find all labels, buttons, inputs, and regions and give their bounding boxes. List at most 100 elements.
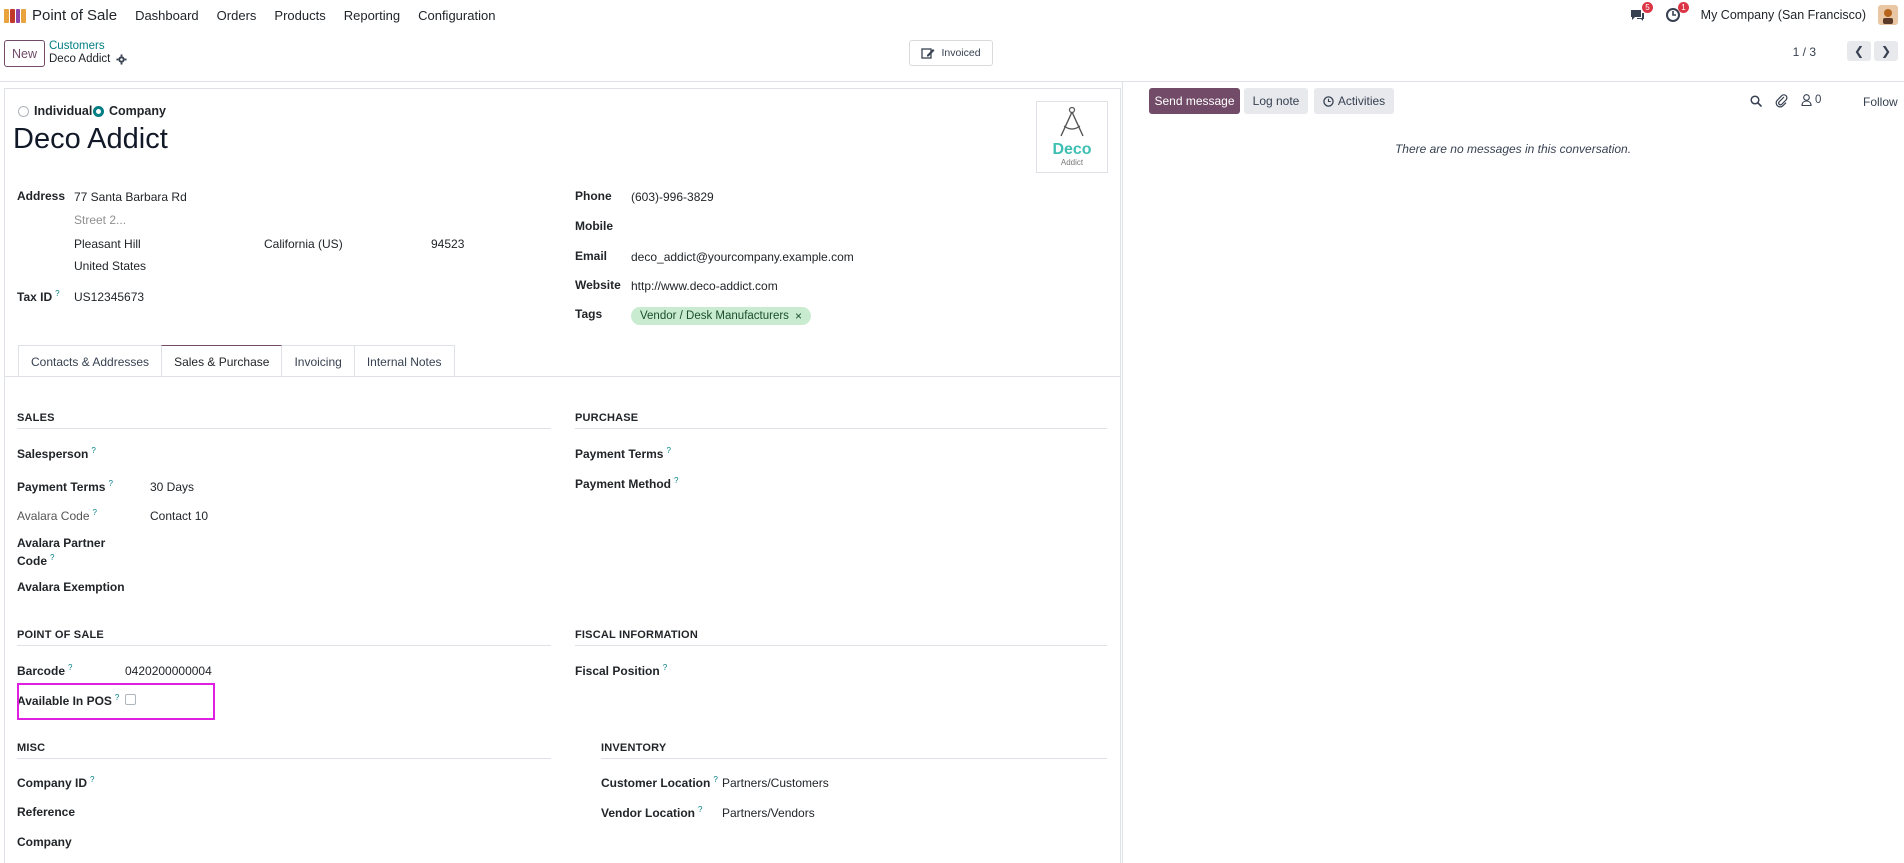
state-field[interactable]: California (US)	[264, 237, 343, 251]
fiscal-position-label: Fiscal Position?	[575, 663, 668, 678]
messages-icon[interactable]: 5	[1629, 2, 1653, 23]
phone-label: Phone	[575, 189, 612, 203]
invoiced-label: Invoiced	[941, 47, 981, 59]
vendor-location-label: Vendor Location?	[601, 805, 703, 820]
activities-badge: 1	[1678, 2, 1689, 13]
inventory-section-title: INVENTORY	[601, 742, 1107, 759]
radio-company-dot[interactable]	[93, 105, 104, 117]
activities-clock-icon[interactable]: 1	[1665, 2, 1689, 23]
log-note-button[interactable]: Log note	[1244, 88, 1308, 114]
tag-label: Vendor / Desk Manufacturers	[640, 310, 789, 322]
sales-section-title: SALES	[17, 412, 551, 429]
salesperson-field[interactable]	[150, 446, 530, 460]
user-icon	[1801, 94, 1812, 106]
mobile-field[interactable]	[631, 219, 931, 233]
company-switcher[interactable]: My Company (San Francisco)	[1701, 8, 1866, 22]
clock-icon	[1323, 95, 1334, 107]
avalara-code-field[interactable]: Contact 10	[150, 509, 208, 523]
tab-sales-purchase[interactable]: Sales & Purchase	[161, 345, 283, 377]
paperclip-icon[interactable]	[1775, 94, 1788, 108]
street2-field[interactable]: Street 2...	[74, 213, 126, 227]
menu-reporting[interactable]: Reporting	[344, 8, 400, 23]
website-label: Website	[575, 278, 621, 292]
pager-value[interactable]: 1 / 3	[1793, 45, 1816, 59]
invoiced-smart-button[interactable]: Invoiced	[909, 40, 993, 66]
tags-label: Tags	[575, 307, 603, 321]
address-label: Address	[17, 189, 66, 203]
radio-individual-dot[interactable]	[18, 105, 29, 117]
chevron-right-icon: ❯	[1880, 44, 1892, 58]
company-id-label: Company ID?	[17, 775, 95, 790]
followers-button[interactable]: 0	[1801, 94, 1821, 106]
radio-individual-label: Individual	[34, 104, 93, 118]
website-field[interactable]: http://www.deco-addict.com	[631, 279, 778, 293]
tab-invoicing[interactable]: Invoicing	[281, 345, 355, 377]
misc-section-title: MISC	[17, 742, 551, 759]
avalara-code-label: Avalara Code?	[17, 508, 97, 523]
street-field[interactable]: 77 Santa Barbara Rd	[74, 190, 187, 204]
send-message-button[interactable]: Send message	[1149, 88, 1240, 114]
menu-dashboard[interactable]: Dashboard	[135, 8, 199, 23]
activities-button[interactable]: Activities	[1314, 88, 1394, 114]
user-avatar[interactable]	[1878, 5, 1898, 25]
vendor-location-field[interactable]: Partners/Vendors	[722, 806, 815, 820]
tab-internal-notes[interactable]: Internal Notes	[353, 345, 455, 377]
chevron-left-icon: ❮	[1853, 44, 1865, 58]
menu-products[interactable]: Products	[274, 8, 325, 23]
tax-id-label: Tax ID?	[17, 289, 60, 304]
app-name[interactable]: Point of Sale	[32, 7, 117, 24]
payment-method-label: Payment Method?	[575, 476, 679, 491]
app-logo-icon[interactable]	[4, 7, 26, 23]
follow-button[interactable]: Follow	[1863, 95, 1898, 109]
chatter-panel: Send message Log note Activities 0 Follo…	[1122, 82, 1904, 863]
sales-payment-terms-label: Payment Terms?	[17, 479, 113, 494]
new-button[interactable]: New	[4, 40, 45, 67]
customer-location-field[interactable]: Partners/Customers	[722, 776, 829, 790]
fiscal-position-field[interactable]	[700, 663, 1080, 677]
mobile-label: Mobile	[575, 219, 613, 233]
email-field[interactable]: deco_addict@yourcompany.example.com	[631, 250, 854, 264]
avalara-partner-code-label: Avalara Partner	[17, 536, 106, 550]
zip-field[interactable]: 94523	[431, 237, 464, 251]
company-label: Company	[17, 835, 72, 849]
radio-company[interactable]: Company	[93, 104, 166, 118]
pos-section-title: POINT OF SALE	[17, 629, 551, 646]
pager-next-button[interactable]: ❯	[1874, 41, 1898, 61]
phone-field[interactable]: (603)-996-3829	[631, 190, 714, 204]
gear-icon[interactable]	[116, 53, 127, 65]
search-icon[interactable]	[1750, 95, 1762, 107]
pencil-square-icon	[921, 47, 935, 59]
tag-badge[interactable]: Vendor / Desk Manufacturers ×	[631, 307, 811, 325]
radio-individual[interactable]: Individual	[18, 104, 92, 118]
purchase-payment-terms-field[interactable]	[700, 446, 1080, 460]
salesperson-label: Salesperson?	[17, 446, 96, 461]
reference-label: Reference	[17, 805, 76, 819]
partner-name[interactable]: Deco Addict	[13, 123, 168, 156]
messages-badge: 5	[1642, 2, 1653, 13]
notebook-tabs: Contacts & Addresses Sales & Purchase In…	[18, 345, 455, 377]
city-field[interactable]: Pleasant Hill	[74, 237, 141, 251]
compass-logo-icon: Deco Addict	[1052, 106, 1092, 167]
country-field[interactable]: United States	[74, 259, 146, 273]
payment-method-field[interactable]	[700, 476, 1080, 490]
top-navbar: Point of Sale Dashboard Orders Products …	[0, 0, 1904, 30]
barcode-field[interactable]: 0420200000004	[125, 664, 212, 678]
email-label: Email	[575, 249, 608, 263]
partner-logo[interactable]: Deco Addict	[1036, 101, 1108, 173]
empty-conversation-text: There are no messages in this conversati…	[1394, 142, 1632, 156]
followers-count: 0	[1815, 94, 1822, 106]
sales-payment-terms-field[interactable]: 30 Days	[150, 480, 194, 494]
pager-previous-button[interactable]: ❮	[1847, 41, 1871, 61]
tab-contacts-addresses[interactable]: Contacts & Addresses	[18, 345, 163, 377]
breadcrumb-customers[interactable]: Customers	[49, 40, 105, 52]
control-panel: New Customers Deco Addict Invoiced 1 / 3…	[0, 30, 1904, 82]
menu-configuration[interactable]: Configuration	[418, 8, 495, 23]
breadcrumb-current-label: Deco Addict	[49, 53, 111, 65]
radio-company-label: Company	[109, 104, 166, 118]
menu-orders[interactable]: Orders	[217, 8, 257, 23]
fiscal-section-title: FISCAL INFORMATION	[575, 629, 1107, 646]
svg-text:Deco: Deco	[1052, 141, 1091, 158]
activities-label: Activities	[1337, 94, 1386, 108]
tax-id-field[interactable]: US12345673	[74, 290, 144, 304]
tag-remove-icon[interactable]: ×	[795, 309, 802, 323]
